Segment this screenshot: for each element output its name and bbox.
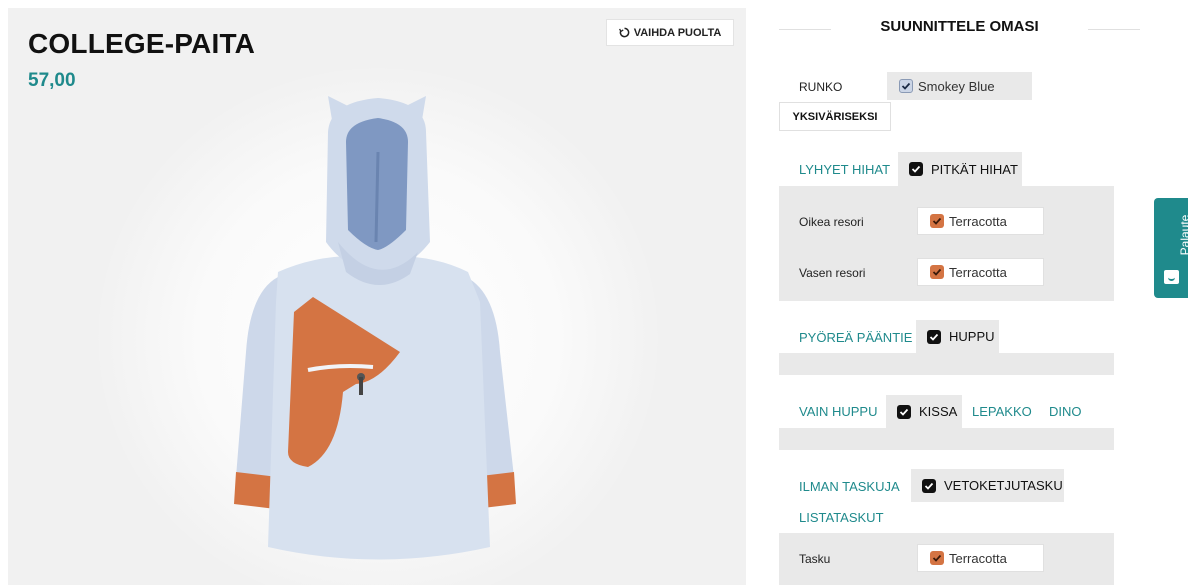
long-sleeves-option[interactable]: PITKÄT HIHAT [898, 152, 1022, 186]
product-title: COLLEGE-PAITA [28, 28, 256, 59]
feedback-icon [1164, 270, 1179, 284]
pocket-color-select[interactable]: Terracotta [917, 544, 1044, 572]
neck-options-panel [779, 353, 1114, 375]
body-color-label: RUNKO [799, 80, 843, 94]
flip-side-button[interactable]: VAIHDA PUOLTA [606, 19, 734, 46]
cat-hood-option[interactable]: KISSA [886, 395, 962, 428]
plain-hood-option[interactable]: VAIN HUPPU [799, 404, 878, 419]
no-pockets-option[interactable]: ILMAN TASKUJA [799, 479, 900, 494]
check-icon [899, 79, 913, 93]
bat-hood-option[interactable]: LEPAKKO [972, 404, 1032, 419]
strip-pockets-option[interactable]: LISTATASKUT [799, 510, 884, 525]
flip-side-label: VAIHDA PUOLTA [633, 26, 722, 39]
configurator-heading: SUUNNITTELE OMASI [880, 18, 1039, 35]
feedback-tab[interactable]: Palaute [1154, 198, 1188, 298]
check-icon [909, 162, 923, 176]
heading-rule-right [1088, 29, 1140, 30]
cat-hood-label: KISSA [919, 404, 958, 419]
hood-type-panel [779, 428, 1114, 450]
hoodie-illustration [234, 96, 516, 560]
pocket-color-label: Tasku [799, 552, 831, 566]
body-color-value: Smokey Blue [918, 78, 995, 94]
zip-pocket-option[interactable]: VETOKETJUTASKU [911, 469, 1064, 502]
left-cuff-label: Vasen resori [799, 266, 866, 280]
short-sleeves-option[interactable]: LYHYET HIHAT [799, 162, 890, 177]
check-icon [930, 551, 944, 565]
hood-label: HUPPU [949, 329, 995, 344]
feedback-label: Palaute [1178, 214, 1188, 256]
pocket-color-value: Terracotta [949, 550, 1007, 566]
product-price: 57,00 [28, 70, 76, 91]
check-icon [930, 265, 944, 279]
check-icon [927, 329, 941, 344]
round-neck-option[interactable]: PYÖREÄ PÄÄNTIE [799, 330, 912, 345]
check-icon [930, 214, 944, 228]
left-cuff-value: Terracotta [949, 264, 1007, 280]
left-cuff-select[interactable]: Terracotta [917, 258, 1044, 286]
zip-pocket-label: VETOKETJUTASKU [944, 478, 1063, 493]
body-color-select[interactable]: Smokey Blue [887, 72, 1032, 100]
dino-hood-option[interactable]: DINO [1049, 404, 1082, 419]
long-sleeves-label: PITKÄT HIHAT [931, 161, 1018, 177]
right-cuff-label: Oikea resori [799, 215, 864, 229]
hood-option[interactable]: HUPPU [916, 320, 999, 353]
product-preview: COLLEGE-PAITA 57,00 VAIHDA PUOLTA [8, 8, 746, 585]
right-cuff-value: Terracotta [949, 213, 1007, 229]
monochrome-button[interactable]: YKSIVÄRISEKSI [779, 102, 891, 131]
rotate-icon [618, 27, 630, 38]
check-icon [897, 404, 911, 419]
right-cuff-select[interactable]: Terracotta [917, 207, 1044, 235]
check-icon [922, 478, 936, 493]
